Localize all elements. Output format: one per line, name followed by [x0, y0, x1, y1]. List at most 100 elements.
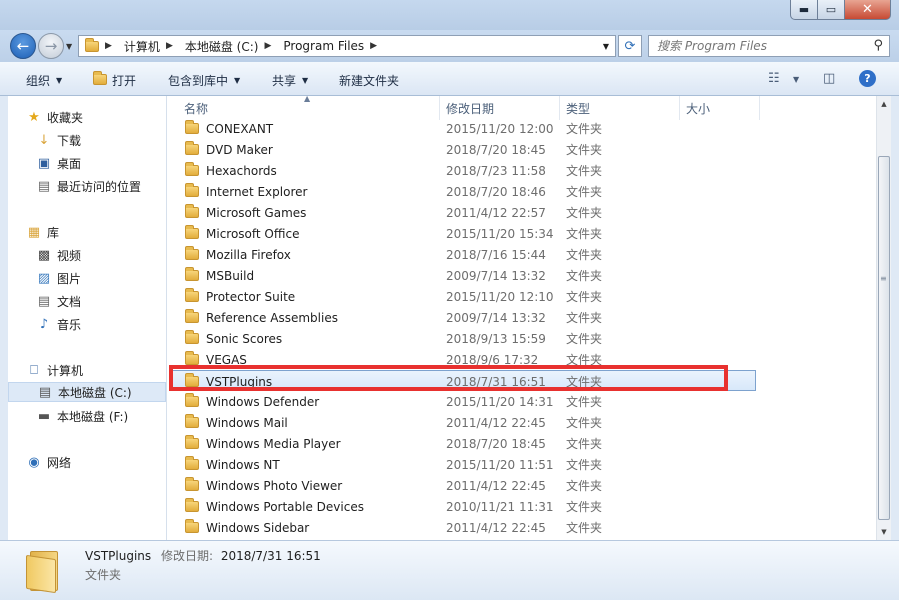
library-icon: ▦	[27, 224, 41, 240]
open-label: 打开	[112, 74, 137, 88]
chevron-right-icon[interactable]: ▶	[264, 41, 271, 51]
refresh-button[interactable]: ⟳	[618, 35, 642, 57]
minimize-button[interactable]: ▬	[790, 0, 818, 20]
breadcrumb-computer[interactable]: 计算机 ▶	[124, 38, 179, 55]
table-row[interactable]: Windows Photo Viewer 2011/4/12 22:45 文件夹	[167, 475, 876, 496]
view-dropdown-icon[interactable]: ▼	[793, 75, 799, 84]
include-library-button[interactable]: 包含到库中 ▼	[168, 72, 240, 89]
new-folder-button[interactable]: 新建文件夹	[339, 72, 399, 89]
table-row[interactable]: DVD Maker 2018/7/20 18:45 文件夹	[167, 139, 876, 160]
cell-date: 2018/7/16 15:44	[446, 247, 546, 262]
chevron-right-icon[interactable]: ▶	[166, 41, 173, 51]
open-button[interactable]: 打开	[93, 70, 137, 89]
address-dropdown-icon[interactable]: ▼	[603, 42, 609, 51]
column-divider[interactable]	[759, 96, 760, 120]
cell-type: 文件夹	[566, 332, 603, 346]
table-row[interactable]: Windows Sidebar 2011/4/12 22:45 文件夹	[167, 517, 876, 538]
sidebar-item-favorites[interactable]: ★ 收藏夹	[26, 107, 83, 127]
table-row[interactable]: Protector Suite 2015/11/20 12:10 文件夹	[167, 286, 876, 307]
chevron-right-icon[interactable]: ▶	[370, 41, 377, 51]
preview-pane-icon[interactable]: ◫	[823, 71, 835, 86]
table-row[interactable]: Windows Mail 2011/4/12 22:45 文件夹	[167, 412, 876, 433]
scroll-up-icon[interactable]: ▲	[877, 96, 891, 112]
folder-icon	[185, 498, 199, 512]
sidebar-item-videos[interactable]: ▩ 视频	[36, 245, 81, 265]
column-header-date[interactable]: 修改日期	[446, 96, 494, 120]
view-options-icon[interactable]: ☷	[768, 71, 780, 86]
organize-button[interactable]: 组织 ▼	[26, 72, 62, 89]
sidebar-item-drive-f[interactable]: ▬ 本地磁盘 (F:)	[36, 406, 128, 426]
table-row[interactable]: Hexachords 2018/7/23 11:58 文件夹	[167, 160, 876, 181]
scrollbar-thumb[interactable]	[878, 156, 890, 520]
column-header-type[interactable]: 类型	[566, 96, 590, 120]
column-label: 修改日期	[446, 101, 495, 116]
help-icon[interactable]: ?	[859, 70, 876, 87]
breadcrumb-program-files[interactable]: Program Files ▶	[283, 39, 383, 53]
cell-date: 2010/11/21 11:31	[446, 499, 554, 514]
cell-name: Microsoft Office	[185, 223, 299, 244]
sidebar-item-music[interactable]: ♪ 音乐	[36, 314, 81, 334]
column-divider[interactable]	[439, 96, 440, 120]
cell-type: 文件夹	[566, 143, 603, 157]
table-row[interactable]: Mozilla Firefox 2018/7/16 15:44 文件夹	[167, 244, 876, 265]
chevron-down-icon: ▼	[302, 76, 309, 85]
address-bar[interactable]: ▶ 计算机 ▶ 本地磁盘 (C:) ▶ Program Files ▶ ▼	[78, 35, 616, 57]
column-header-size[interactable]: 大小	[686, 96, 710, 120]
column-header-name[interactable]: 名称	[184, 96, 208, 120]
folder-icon	[185, 162, 199, 176]
breadcrumb-drive-c[interactable]: 本地磁盘 (C:) ▶	[185, 38, 278, 55]
cell-type: 文件夹	[566, 521, 603, 535]
folder-icon	[185, 435, 199, 449]
scroll-down-icon[interactable]: ▼	[877, 524, 891, 540]
close-button[interactable]: ✕	[844, 0, 891, 20]
back-button[interactable]: ←	[10, 33, 36, 59]
table-row[interactable]: Windows Defender 2015/11/20 14:31 文件夹	[167, 391, 876, 412]
forward-button[interactable]: →	[38, 33, 64, 59]
table-row[interactable]: MSBuild 2009/7/14 13:32 文件夹	[167, 265, 876, 286]
share-button[interactable]: 共享 ▼	[272, 72, 308, 89]
maximize-button[interactable]: ▭	[817, 0, 845, 20]
search-box[interactable]: ⚲	[648, 35, 890, 57]
sidebar-item-label: 收藏夹	[47, 110, 84, 125]
cell-type: 文件夹	[566, 395, 603, 409]
table-row[interactable]: Internet Explorer 2018/7/20 18:46 文件夹	[167, 181, 876, 202]
search-icon[interactable]: ⚲	[873, 38, 883, 53]
sidebar-item-recent[interactable]: ▤ 最近访问的位置	[36, 176, 141, 196]
cell-type: 文件夹	[566, 437, 603, 451]
sidebar-item-drive-c[interactable]: ▤ 本地磁盘 (C:)	[8, 382, 166, 402]
table-row[interactable]: Reference Assemblies 2009/7/14 13:32 文件夹	[167, 307, 876, 328]
arrow-left-icon: ←	[16, 37, 30, 55]
details-type: 文件夹	[85, 568, 122, 582]
folder-icon	[185, 351, 199, 365]
document-icon: ▤	[37, 293, 51, 309]
table-row[interactable]: Windows NT 2015/11/20 11:51 文件夹	[167, 454, 876, 475]
search-input[interactable]	[655, 38, 859, 54]
recent-pages-dropdown[interactable]: ▼	[66, 42, 72, 51]
sidebar-item-desktop[interactable]: ▣ 桌面	[36, 153, 81, 173]
folder-icon	[185, 225, 199, 239]
sidebar-item-libraries[interactable]: ▦ 库	[26, 222, 59, 242]
table-row[interactable]: Windows Media Player 2018/7/20 18:45 文件夹	[167, 433, 876, 454]
sidebar-item-documents[interactable]: ▤ 文档	[36, 291, 81, 311]
details-modified-label: 修改日期:	[160, 549, 214, 563]
folder-icon	[185, 183, 199, 197]
sidebar-item-label: 视频	[57, 248, 82, 263]
file-name: Internet Explorer	[206, 184, 308, 199]
sidebar-item-downloads[interactable]: ↓ 下载	[36, 130, 81, 150]
picture-icon: ▨	[37, 270, 51, 286]
sidebar-item-network[interactable]: ◉ 网络	[26, 452, 71, 472]
cell-name: MSBuild	[185, 265, 254, 286]
details-pane: VSTPlugins 修改日期: 2018/7/31 16:51 文件夹	[0, 540, 899, 600]
table-row[interactable]: Windows Portable Devices 2010/11/21 11:31…	[167, 496, 876, 517]
sidebar-item-computer[interactable]: ⎕ 计算机	[26, 360, 83, 380]
column-divider[interactable]	[679, 96, 680, 120]
file-name: Windows Sidebar	[206, 520, 310, 535]
table-row[interactable]: Microsoft Games 2011/4/12 22:57 文件夹	[167, 202, 876, 223]
column-divider[interactable]	[559, 96, 560, 120]
sidebar-item-pictures[interactable]: ▨ 图片	[36, 268, 81, 288]
sidebar-item-label: 图片	[57, 271, 82, 286]
table-row[interactable]: Sonic Scores 2018/9/13 15:59 文件夹	[167, 328, 876, 349]
table-row[interactable]: Microsoft Office 2015/11/20 15:34 文件夹	[167, 223, 876, 244]
table-row[interactable]: CONEXANT 2015/11/20 12:00 文件夹	[167, 118, 876, 139]
vertical-scrollbar[interactable]: ▲ ≡ ▼	[876, 96, 891, 540]
